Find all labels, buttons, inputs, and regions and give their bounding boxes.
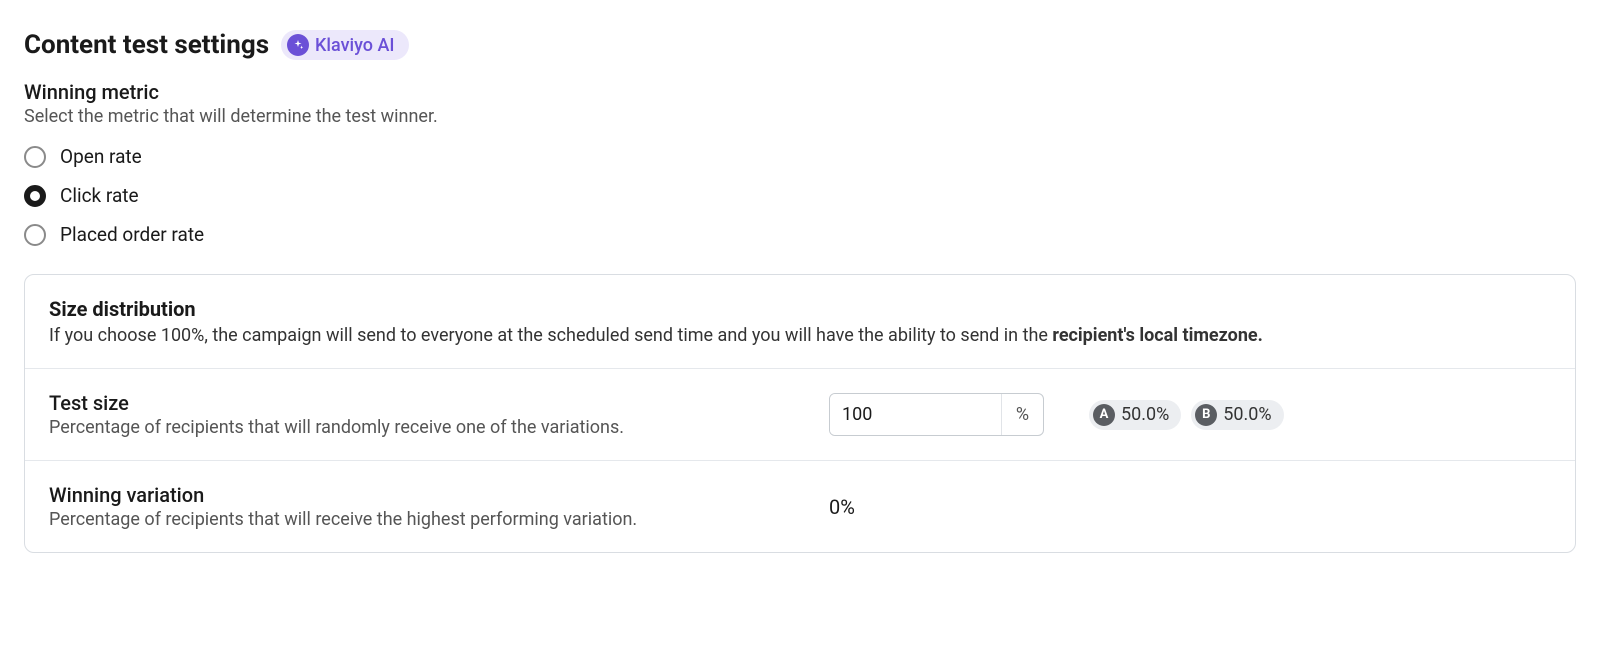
size-distribution-desc-text: If you choose 100%, the campaign will se… xyxy=(49,325,1052,346)
variant-b-pill: B 50.0% xyxy=(1191,400,1283,430)
radio-open-rate[interactable]: Open rate xyxy=(24,145,1576,168)
size-distribution-card: Size distribution If you choose 100%, th… xyxy=(24,274,1576,553)
radio-label: Open rate xyxy=(60,145,142,168)
page-title: Content test settings xyxy=(24,30,269,60)
radio-label: Placed order rate xyxy=(60,223,204,246)
test-size-description: Percentage of recipients that will rando… xyxy=(49,417,789,438)
radio-placed-order-rate[interactable]: Placed order rate xyxy=(24,223,1576,246)
winning-variation-value: 0% xyxy=(829,495,1049,519)
test-size-input[interactable] xyxy=(830,394,1001,435)
percent-suffix: % xyxy=(1001,394,1043,435)
winning-metric-radio-group: Open rate Click rate Placed order rate xyxy=(24,145,1576,246)
variant-a-percent: 50.0% xyxy=(1121,404,1169,425)
variant-a-letter: A xyxy=(1093,404,1115,426)
radio-click-rate[interactable]: Click rate xyxy=(24,184,1576,207)
size-distribution-desc-bold: recipient's local timezone. xyxy=(1052,325,1262,346)
radio-icon xyxy=(24,185,46,207)
winning-variation-label: Winning variation xyxy=(49,483,789,507)
radio-icon xyxy=(24,146,46,168)
winning-metric-label: Winning metric xyxy=(24,80,1576,104)
size-distribution-title: Size distribution xyxy=(49,297,1551,321)
sparkle-icon xyxy=(287,34,309,56)
size-distribution-description: If you choose 100%, the campaign will se… xyxy=(49,325,1551,346)
klaviyo-ai-label: Klaviyo AI xyxy=(315,35,394,56)
radio-label: Click rate xyxy=(60,184,139,207)
test-size-input-group: % xyxy=(829,393,1044,436)
variant-a-pill: A 50.0% xyxy=(1089,400,1181,430)
winning-variation-description: Percentage of recipients that will recei… xyxy=(49,509,789,530)
winning-metric-description: Select the metric that will determine th… xyxy=(24,106,1576,127)
variant-b-percent: 50.0% xyxy=(1223,404,1271,425)
klaviyo-ai-badge[interactable]: Klaviyo AI xyxy=(281,30,408,60)
variant-b-letter: B xyxy=(1195,404,1217,426)
radio-icon xyxy=(24,224,46,246)
test-size-label: Test size xyxy=(49,391,789,415)
